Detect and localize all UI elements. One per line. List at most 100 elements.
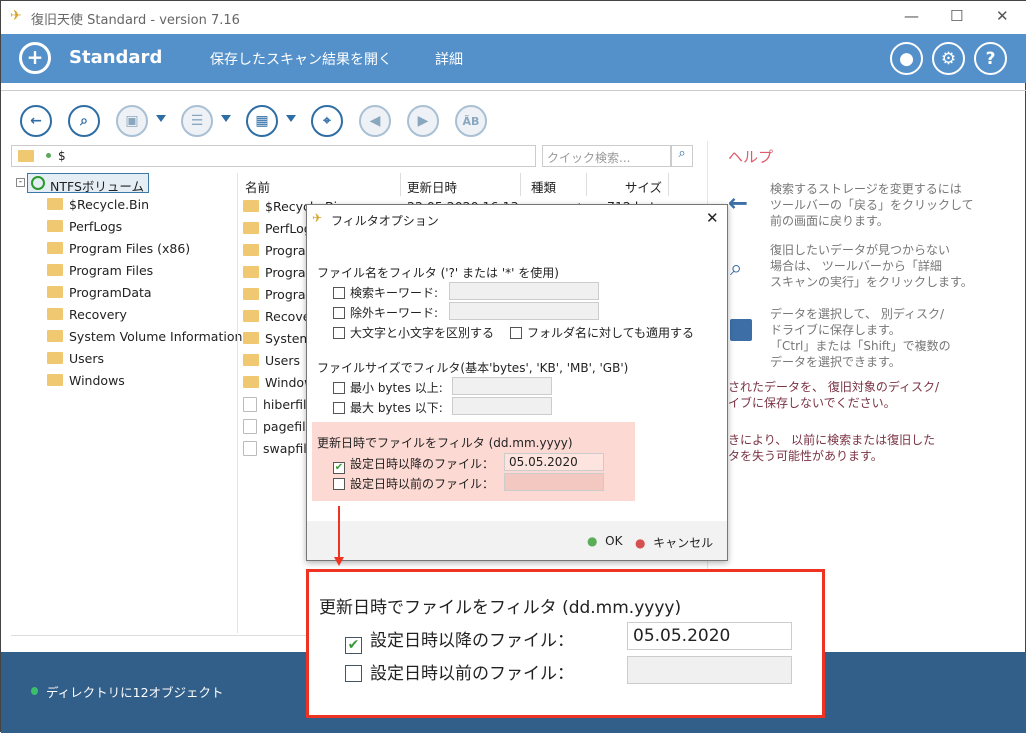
quick-search-input[interactable]: クイック検索... [542,145,671,167]
folder-icon [47,220,63,232]
tree-item-label: System Volume Information [69,328,243,344]
folder-icon [243,354,259,366]
tree-item[interactable]: Recovery [47,303,127,325]
tree-item[interactable]: Windows [47,369,125,391]
case-icon: ÃB [462,114,480,128]
callout-arrow [338,506,340,560]
filter-options-dialog: ✈ フィルタオプション ✕ ファイル名をフィルタ ('?' または '*' を使… [306,204,728,561]
ok-button[interactable]: ● OK [587,534,622,548]
help-button[interactable]: ? [974,42,1007,75]
zoom-callout: 更新日時でファイルをフィルタ (dd.mm.yyyy) ✔ 設定日時以降のファイル… [306,569,825,718]
callout-after-input: 05.05.2020 [627,622,792,650]
title-bar: ✈ 復旧天使 Standard - version 7.16 — ☐ ✕ [1,1,1026,34]
view-dropdown-icon[interactable] [286,115,296,122]
folder-icon [243,288,259,300]
next-icon: ▶ [417,113,429,129]
date-filter-heading: 更新日時でファイルをフィルタ (dd.mm.yyyy) [317,436,573,450]
angel-logo-icon: + [19,42,51,74]
after-date-checkbox[interactable]: ✔ 設定日時以降のファイル： [333,455,494,474]
path-bar[interactable]: $ [11,145,536,167]
next-button[interactable]: ▶ [407,105,439,137]
arrow-left-icon: ← [728,189,749,217]
back-button[interactable]: ← [20,105,52,137]
status-dot-icon [46,153,51,158]
checklist-button[interactable]: ☰ [181,105,213,137]
tree-root[interactable]: NTFSボリューム [27,173,150,194]
apply-folders-checkbox[interactable]: フォルダ名に対しても適用する [510,324,694,341]
close-button[interactable]: ✕ [996,7,1009,25]
column-date[interactable]: 更新日時 [401,173,521,196]
folder-icon [243,332,259,344]
pane-divider[interactable] [237,173,238,633]
tree-item-label: Users [69,350,105,366]
help-panel: ヘルプ ← 検索するストレージを変更するには ツールバーの「戻る」をクリックして… [704,141,1026,641]
column-name[interactable]: 名前 [239,173,401,196]
tree-item[interactable]: PerfLogs [47,215,122,237]
before-date-input[interactable] [504,473,604,491]
max-size-checkbox[interactable]: 最大 bytes 以下: [333,399,443,416]
find-button[interactable]: ⌖ [311,105,343,137]
search-icon: ⌕ [678,146,686,161]
minimize-button[interactable]: — [904,7,919,25]
column-type[interactable]: 種類 [525,173,587,196]
callout-before-checkbox: 設定日時以前のファイル： [345,659,574,684]
column-size[interactable]: サイズ [587,173,669,196]
tree-item[interactable]: ProgramData [47,281,152,303]
floppy-icon: ▣ [125,113,139,129]
folder-icon [47,264,63,276]
tree-item[interactable]: System Volume Information [47,325,242,347]
exclude-keyword-input[interactable] [449,302,599,320]
file-icon [243,418,257,434]
scan-button[interactable]: ⌕ [68,105,100,137]
app-header: + Standard 保存したスキャン結果を開く 詳細 ● ⚙ ? [1,34,1026,83]
volume-icon [31,176,45,190]
dialog-title: フィルタオプション [331,214,439,228]
user-button[interactable]: ● [890,42,923,75]
status-text: ディレクトリに12オブジェクト [46,685,224,700]
help-text-save: データを選択して、 別ディスク/ ドライブに保存します。 「Ctrl」または「S… [770,307,951,369]
menu-details[interactable]: 詳細 [435,49,463,69]
min-size-input[interactable] [452,377,552,395]
file-row[interactable]: Users [243,349,300,371]
folder-icon [243,266,259,278]
folder-icon [243,310,259,322]
min-size-checkbox[interactable]: 最小 bytes 以上: [333,379,443,396]
size-filter-heading: ファイルサイズでフィルタ(基本'bytes', 'KB', 'MB', 'GB'… [317,361,629,375]
user-icon: ● [899,48,914,69]
checklist-dropdown-icon[interactable] [221,115,231,122]
save-button[interactable]: ▣ [116,105,148,137]
collapse-icon[interactable]: - [16,178,25,187]
search-button[interactable]: ⌕ [671,145,693,167]
view-button[interactable]: ▦ [246,105,278,137]
tree-item[interactable]: Program Files [47,259,153,281]
tree-item[interactable]: $Recycle.Bin [47,193,149,215]
gear-icon: ⚙ [940,48,957,69]
tree-item[interactable]: Program Files (x86) [47,237,190,259]
exclude-keyword-checkbox[interactable]: 除外キーワード: [333,304,438,321]
folder-icon [243,376,259,388]
save-dropdown-icon[interactable] [156,115,166,122]
magnifier-icon: ⌕ [730,256,743,281]
case-button[interactable]: ÃB [455,105,487,137]
before-date-checkbox[interactable]: 設定日時以前のファイル： [333,475,494,492]
status-dot-icon [31,687,38,695]
after-date-input[interactable]: 05.05.2020 [504,453,604,471]
file-icon [243,396,257,412]
search-keyword-checkbox[interactable]: 検索キーワード: [333,284,438,301]
help-text-back: 検索するストレージを変更するには ツールバーの「戻る」をクリックして 前の画面に… [770,182,974,228]
menu-open-scan[interactable]: 保存したスキャン結果を開く [210,49,392,69]
case-sensitive-checkbox[interactable]: 大文字と小文字を区別する [333,324,494,341]
tree-item[interactable]: Users [47,347,104,369]
max-size-input[interactable] [452,397,552,415]
dialog-close-button[interactable]: ✕ [706,209,719,227]
search-keyword-input[interactable] [449,282,599,300]
settings-button[interactable]: ⚙ [932,42,965,75]
path-value: $ [58,149,66,163]
maximize-button[interactable]: ☐ [950,7,963,25]
cancel-button[interactable]: ● キャンセル [635,534,713,551]
divider [1,90,1026,91]
magnifier-icon: ⌕ [80,113,88,129]
previous-button[interactable]: ◀ [359,105,391,137]
tree-item-label: ProgramData [69,284,152,300]
app-logo-icon: ✈ [312,211,323,225]
